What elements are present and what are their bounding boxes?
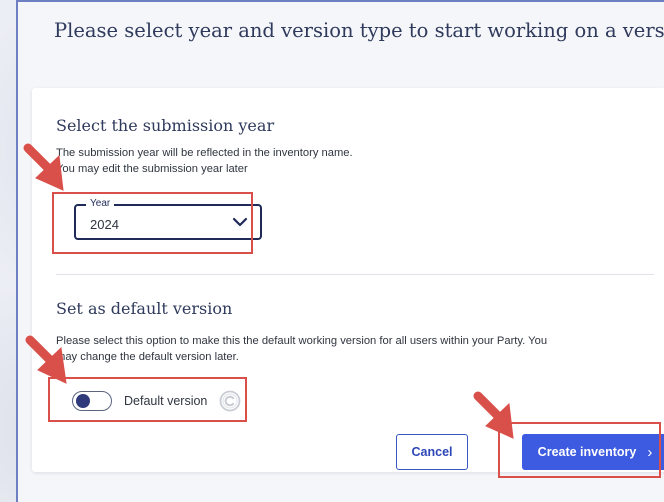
default-version-help: Please select this option to make this t… <box>56 333 547 365</box>
dialog-title: Please select year and version type to s… <box>54 19 664 42</box>
submission-year-help-line-1: The submission year will be reflected in… <box>56 147 353 159</box>
default-toggle-highlight <box>48 377 247 422</box>
default-version-help-line-2: may change the default version later. <box>56 351 239 363</box>
year-select-highlight <box>52 192 253 254</box>
submission-year-help: The submission year will be reflected in… <box>56 145 353 177</box>
default-version-help-line-1: Please select this option to make this t… <box>56 335 548 347</box>
cancel-button[interactable]: Cancel <box>396 434 468 470</box>
default-version-title: Set as default version <box>56 299 233 318</box>
create-button-highlight <box>498 422 661 478</box>
section-divider <box>56 274 654 275</box>
submission-year-help-line-2: You may edit the submission year later <box>56 163 248 175</box>
submission-year-title: Select the submission year <box>56 116 275 135</box>
